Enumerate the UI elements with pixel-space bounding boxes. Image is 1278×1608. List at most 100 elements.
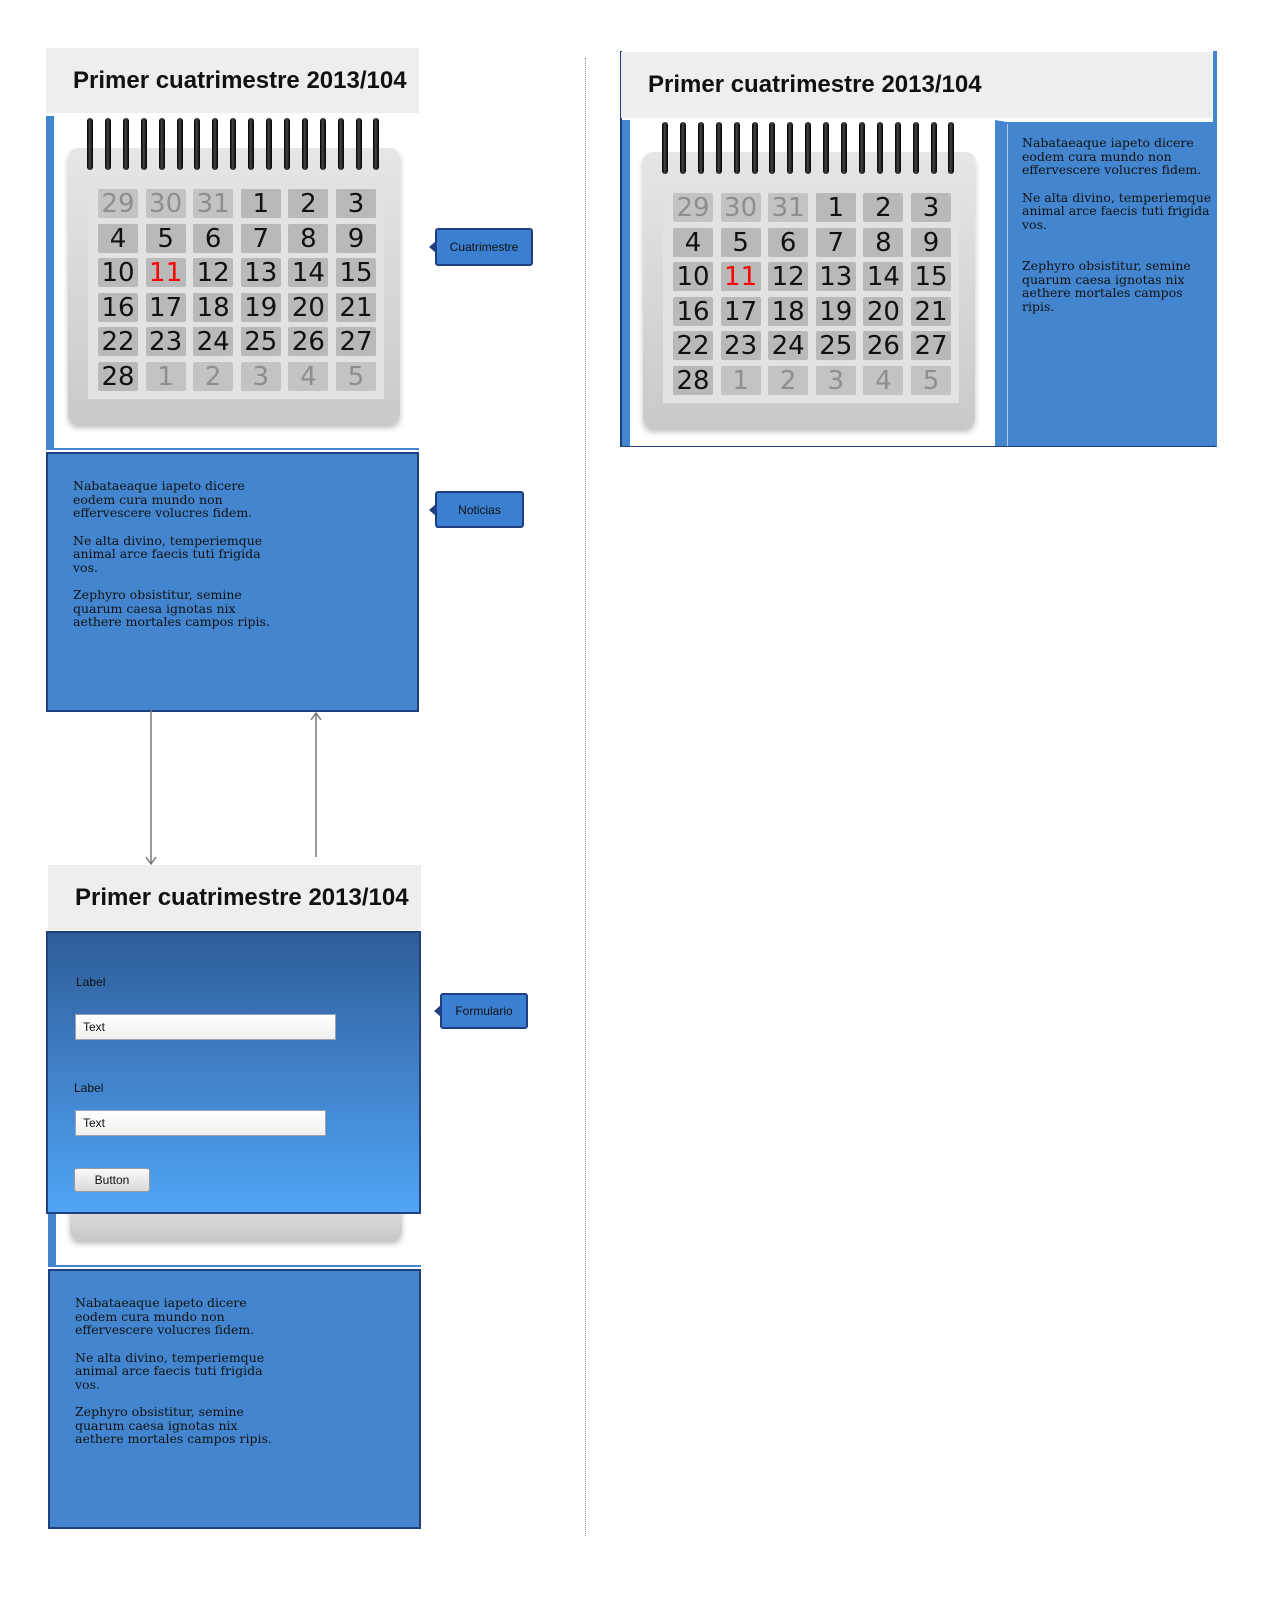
calendar-day[interactable]: 14 — [288, 258, 329, 288]
news-paragraph: Zephyro obsistitur, semine quarum caesa … — [1022, 258, 1191, 314]
calendar-day[interactable]: 16 — [98, 292, 138, 323]
calendar-day[interactable]: 10 — [98, 258, 138, 288]
calendar-day[interactable]: 21 — [336, 292, 376, 323]
calendar-day[interactable]: 26 — [863, 331, 904, 361]
calendar-day[interactable]: 3 — [911, 193, 951, 223]
calendar-day[interactable]: 17 — [720, 296, 761, 327]
calendar-day[interactable]: 24 — [768, 331, 809, 361]
calendar-day[interactable]: 3 — [336, 189, 376, 219]
spiral-ring — [230, 118, 237, 170]
calendar-day[interactable]: 13 — [815, 262, 856, 292]
calendar-day[interactable]: 27 — [911, 331, 951, 361]
calendar-widget[interactable]: 29 30 31 1 2 3 4 5 6 7 8 9 10 11 12 13 14 15 16 17 18 19 20 21 2… — [68, 118, 400, 424]
calendar-day[interactable]: 2 — [193, 362, 234, 392]
spiral-ring — [769, 122, 776, 174]
calendar-day[interactable]: 23 — [720, 331, 761, 361]
calendar-day[interactable]: 28 — [98, 362, 138, 392]
calendar-grid: 29 30 31 1 2 3 4 5 6 7 8 9 10 11 12 13 14 15 16 17 18 19 20 21 2… — [663, 187, 959, 403]
calendar-day[interactable]: 30 — [720, 193, 761, 223]
calendar-day[interactable]: 18 — [193, 292, 234, 323]
calendar-day[interactable]: 13 — [240, 258, 281, 288]
calendar-widget[interactable]: 29 30 31 1 2 3 4 5 6 7 8 9 10 11 12 13 14 15 16 17 18 19 20 21 2… — [643, 122, 975, 428]
calendar-day[interactable]: 4 — [863, 366, 904, 396]
calendar-day[interactable]: 22 — [673, 331, 713, 361]
form-label-2: Label — [74, 1081, 104, 1095]
calendar-day[interactable]: 26 — [288, 327, 329, 357]
calendar-day[interactable]: 29 — [673, 193, 713, 223]
spiral-ring — [283, 118, 290, 170]
calendar-day[interactable]: 20 — [288, 292, 329, 323]
news-paragraph: Zephyro obsistitur, semine quarum caesa … — [73, 587, 270, 629]
news-paragraph: Nabataeaque iapeto dicere eodem cura mun… — [1022, 135, 1202, 177]
calendar-day[interactable]: 4 — [673, 227, 713, 258]
calendar-day[interactable]: 5 — [911, 366, 951, 396]
calendar-day[interactable]: 19 — [240, 292, 281, 323]
calendar-day[interactable]: 4 — [288, 362, 329, 392]
spiral-ring — [894, 122, 901, 174]
calendar-day[interactable]: 31 — [193, 189, 234, 219]
calendar-day[interactable]: 9 — [911, 227, 951, 258]
calendar-day[interactable]: 3 — [815, 366, 856, 396]
calendar-day[interactable]: 23 — [145, 327, 186, 357]
calendar-day[interactable]: 8 — [288, 223, 329, 254]
calendar-day[interactable]: 29 — [98, 189, 138, 219]
calendar-day[interactable]: 28 — [673, 366, 713, 396]
calendar-day[interactable]: 17 — [145, 292, 186, 323]
calendar-day[interactable]: 18 — [768, 296, 809, 327]
text-input-1[interactable]: Text — [75, 1014, 336, 1040]
calendar-day[interactable]: 25 — [815, 331, 856, 361]
calendar-day[interactable]: 5 — [145, 223, 186, 254]
spiral-ring — [301, 118, 308, 170]
calendar-day[interactable]: 8 — [863, 227, 904, 258]
news-text: Nabataeaque iapeto dicere eodem cura mun… — [1022, 136, 1213, 327]
calendar-day[interactable]: 5 — [336, 362, 376, 392]
calendar-day[interactable]: 9 — [336, 223, 376, 254]
calendar-day[interactable]: 7 — [815, 227, 856, 258]
mockup3-title-bar: Primer cuatrimestre 2013/104 — [621, 52, 1212, 118]
calendar-day[interactable]: 2 — [768, 366, 809, 396]
calendar-day[interactable]: 15 — [911, 262, 951, 292]
calendar-day[interactable]: 1 — [145, 362, 186, 392]
calendar-day[interactable]: 25 — [240, 327, 281, 357]
calendar-day[interactable]: 31 — [768, 193, 809, 223]
calendar-day[interactable]: 7 — [240, 223, 281, 254]
calendar-day-today[interactable]: 11 — [720, 262, 761, 292]
spiral-ring — [337, 118, 344, 170]
spiral-ring — [104, 118, 111, 170]
calendar-day[interactable]: 12 — [193, 258, 234, 288]
text-input-2[interactable]: Text — [75, 1110, 326, 1136]
calendar-grid: 29 30 31 1 2 3 4 5 6 7 8 9 10 11 12 13 14 15 16 17 18 19 20 21 2… — [88, 183, 384, 399]
calendar-day[interactable]: 1 — [240, 189, 281, 219]
calendar-day[interactable]: 21 — [911, 296, 951, 327]
spiral-ring — [715, 122, 722, 174]
calendar-day[interactable]: 27 — [336, 327, 376, 357]
calendar-day[interactable]: 1 — [815, 193, 856, 223]
calendar-day[interactable]: 2 — [288, 189, 329, 219]
calendar-day[interactable]: 3 — [240, 362, 281, 392]
calendar-day[interactable]: 14 — [863, 262, 904, 292]
calendar-day[interactable]: 1 — [720, 366, 761, 396]
calendar-day-today[interactable]: 11 — [145, 258, 186, 288]
calendar-day[interactable]: 24 — [193, 327, 234, 357]
calendar-day[interactable]: 12 — [768, 262, 809, 292]
calendar-day[interactable]: 10 — [673, 262, 713, 292]
calendar-day[interactable]: 20 — [863, 296, 904, 327]
news-paragraph: Zephyro obsistitur, semine quarum caesa … — [75, 1404, 272, 1446]
page-title: Primer cuatrimestre 2013/104 — [648, 71, 982, 98]
spiral-ring — [733, 122, 740, 174]
submit-button[interactable]: Button — [74, 1168, 150, 1192]
calendar-day[interactable]: 4 — [98, 223, 138, 254]
news-paragraph: Nabataeaque iapeto dicere eodem cura mun… — [75, 1295, 255, 1337]
calendar-day[interactable]: 15 — [336, 258, 376, 288]
news-paragraph: Nabataeaque iapeto dicere eodem cura mun… — [73, 478, 253, 520]
calendar-day[interactable]: 6 — [768, 227, 809, 258]
calendar-day[interactable]: 16 — [673, 296, 713, 327]
calendar-day[interactable]: 30 — [145, 189, 186, 219]
calendar-day[interactable]: 19 — [815, 296, 856, 327]
spiral-ring — [912, 122, 919, 174]
calendar-day[interactable]: 6 — [193, 223, 234, 254]
news-paragraph: Ne alta divino, temperiemque animal arce… — [75, 1349, 265, 1392]
calendar-day[interactable]: 5 — [720, 227, 761, 258]
calendar-day[interactable]: 2 — [863, 193, 904, 223]
calendar-day[interactable]: 22 — [98, 327, 138, 357]
